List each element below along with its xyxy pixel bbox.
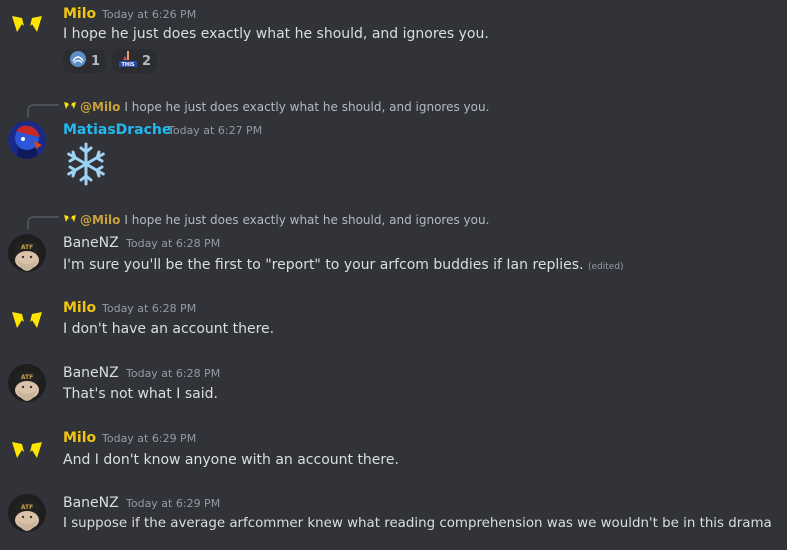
this-emoji-icon: THIS bbox=[118, 50, 138, 72]
milo-mini-avatar-icon bbox=[63, 212, 77, 227]
reaction-count: 1 bbox=[91, 53, 101, 69]
message-timestamp: Today at 6:28 PM bbox=[102, 302, 197, 315]
reply-text: I hope he just does exactly what he shou… bbox=[124, 212, 490, 227]
avatar-milo[interactable] bbox=[8, 4, 46, 42]
message-timestamp: Today at 6:27 PM bbox=[168, 124, 263, 137]
avatar-banenz[interactable]: ATF bbox=[8, 494, 46, 532]
message-timestamp: Today at 6:26 PM bbox=[102, 8, 197, 21]
author-name[interactable]: BaneNZ bbox=[63, 494, 119, 512]
svg-text:ATF: ATF bbox=[21, 504, 33, 511]
message-timestamp: Today at 6:29 PM bbox=[126, 497, 221, 510]
svg-text:THIS: THIS bbox=[121, 62, 134, 68]
reply-mention[interactable]: @Milo bbox=[80, 100, 120, 114]
fan-emoji-icon bbox=[69, 50, 87, 72]
message-body: I'm sure you'll be the first to "report"… bbox=[63, 257, 584, 273]
chat-messages: Milo Today at 6:26 PM I hope he just doe… bbox=[0, 0, 787, 550]
message-text: That's not what I said. bbox=[63, 386, 218, 402]
avatar-milo[interactable] bbox=[8, 430, 46, 468]
message-timestamp: Today at 6:29 PM bbox=[102, 432, 197, 445]
author-name[interactable]: Milo bbox=[63, 429, 96, 447]
reaction-count: 2 bbox=[142, 53, 152, 69]
svg-text:ATF: ATF bbox=[21, 244, 33, 251]
message-text: I'm sure you'll be the first to "report"… bbox=[63, 256, 624, 276]
svg-text:ATF: ATF bbox=[21, 374, 33, 381]
milo-mini-avatar-icon bbox=[63, 99, 77, 114]
reply-text: I hope he just does exactly what he shou… bbox=[124, 99, 490, 114]
author-name[interactable]: Milo bbox=[63, 5, 96, 23]
avatar-banenz[interactable]: ATF bbox=[8, 364, 46, 402]
edited-label: (edited) bbox=[588, 262, 624, 272]
author-name[interactable]: MatiasDrache bbox=[63, 121, 171, 139]
message-text: I suppose if the average arfcommer knew … bbox=[63, 516, 772, 531]
reaction-button[interactable]: 1 bbox=[63, 49, 107, 73]
author-name[interactable]: BaneNZ bbox=[63, 364, 119, 382]
avatar-banenz[interactable]: ATF bbox=[8, 234, 46, 272]
reaction-button[interactable]: THIS 2 bbox=[112, 49, 158, 73]
reply-spine bbox=[27, 216, 59, 229]
message-timestamp: Today at 6:28 PM bbox=[126, 237, 221, 250]
snowflake-icon bbox=[63, 141, 109, 191]
message-timestamp: Today at 6:28 PM bbox=[126, 367, 221, 380]
author-name[interactable]: BaneNZ bbox=[63, 234, 119, 252]
message-text: And I don't know anyone with an account … bbox=[63, 452, 399, 468]
message-text: I don't have an account there. bbox=[63, 321, 275, 337]
avatar-matiasdrache[interactable] bbox=[8, 121, 46, 159]
avatar-milo[interactable] bbox=[8, 300, 46, 338]
message-text: I hope he just does exactly what he shou… bbox=[63, 26, 489, 42]
reply-spine bbox=[27, 104, 59, 117]
reply-mention[interactable]: @Milo bbox=[80, 213, 120, 227]
reply-preview[interactable]: @Milo I hope he just does exactly what h… bbox=[63, 212, 489, 227]
author-name[interactable]: Milo bbox=[63, 299, 96, 317]
reply-preview[interactable]: @Milo I hope he just does exactly what h… bbox=[63, 99, 489, 114]
